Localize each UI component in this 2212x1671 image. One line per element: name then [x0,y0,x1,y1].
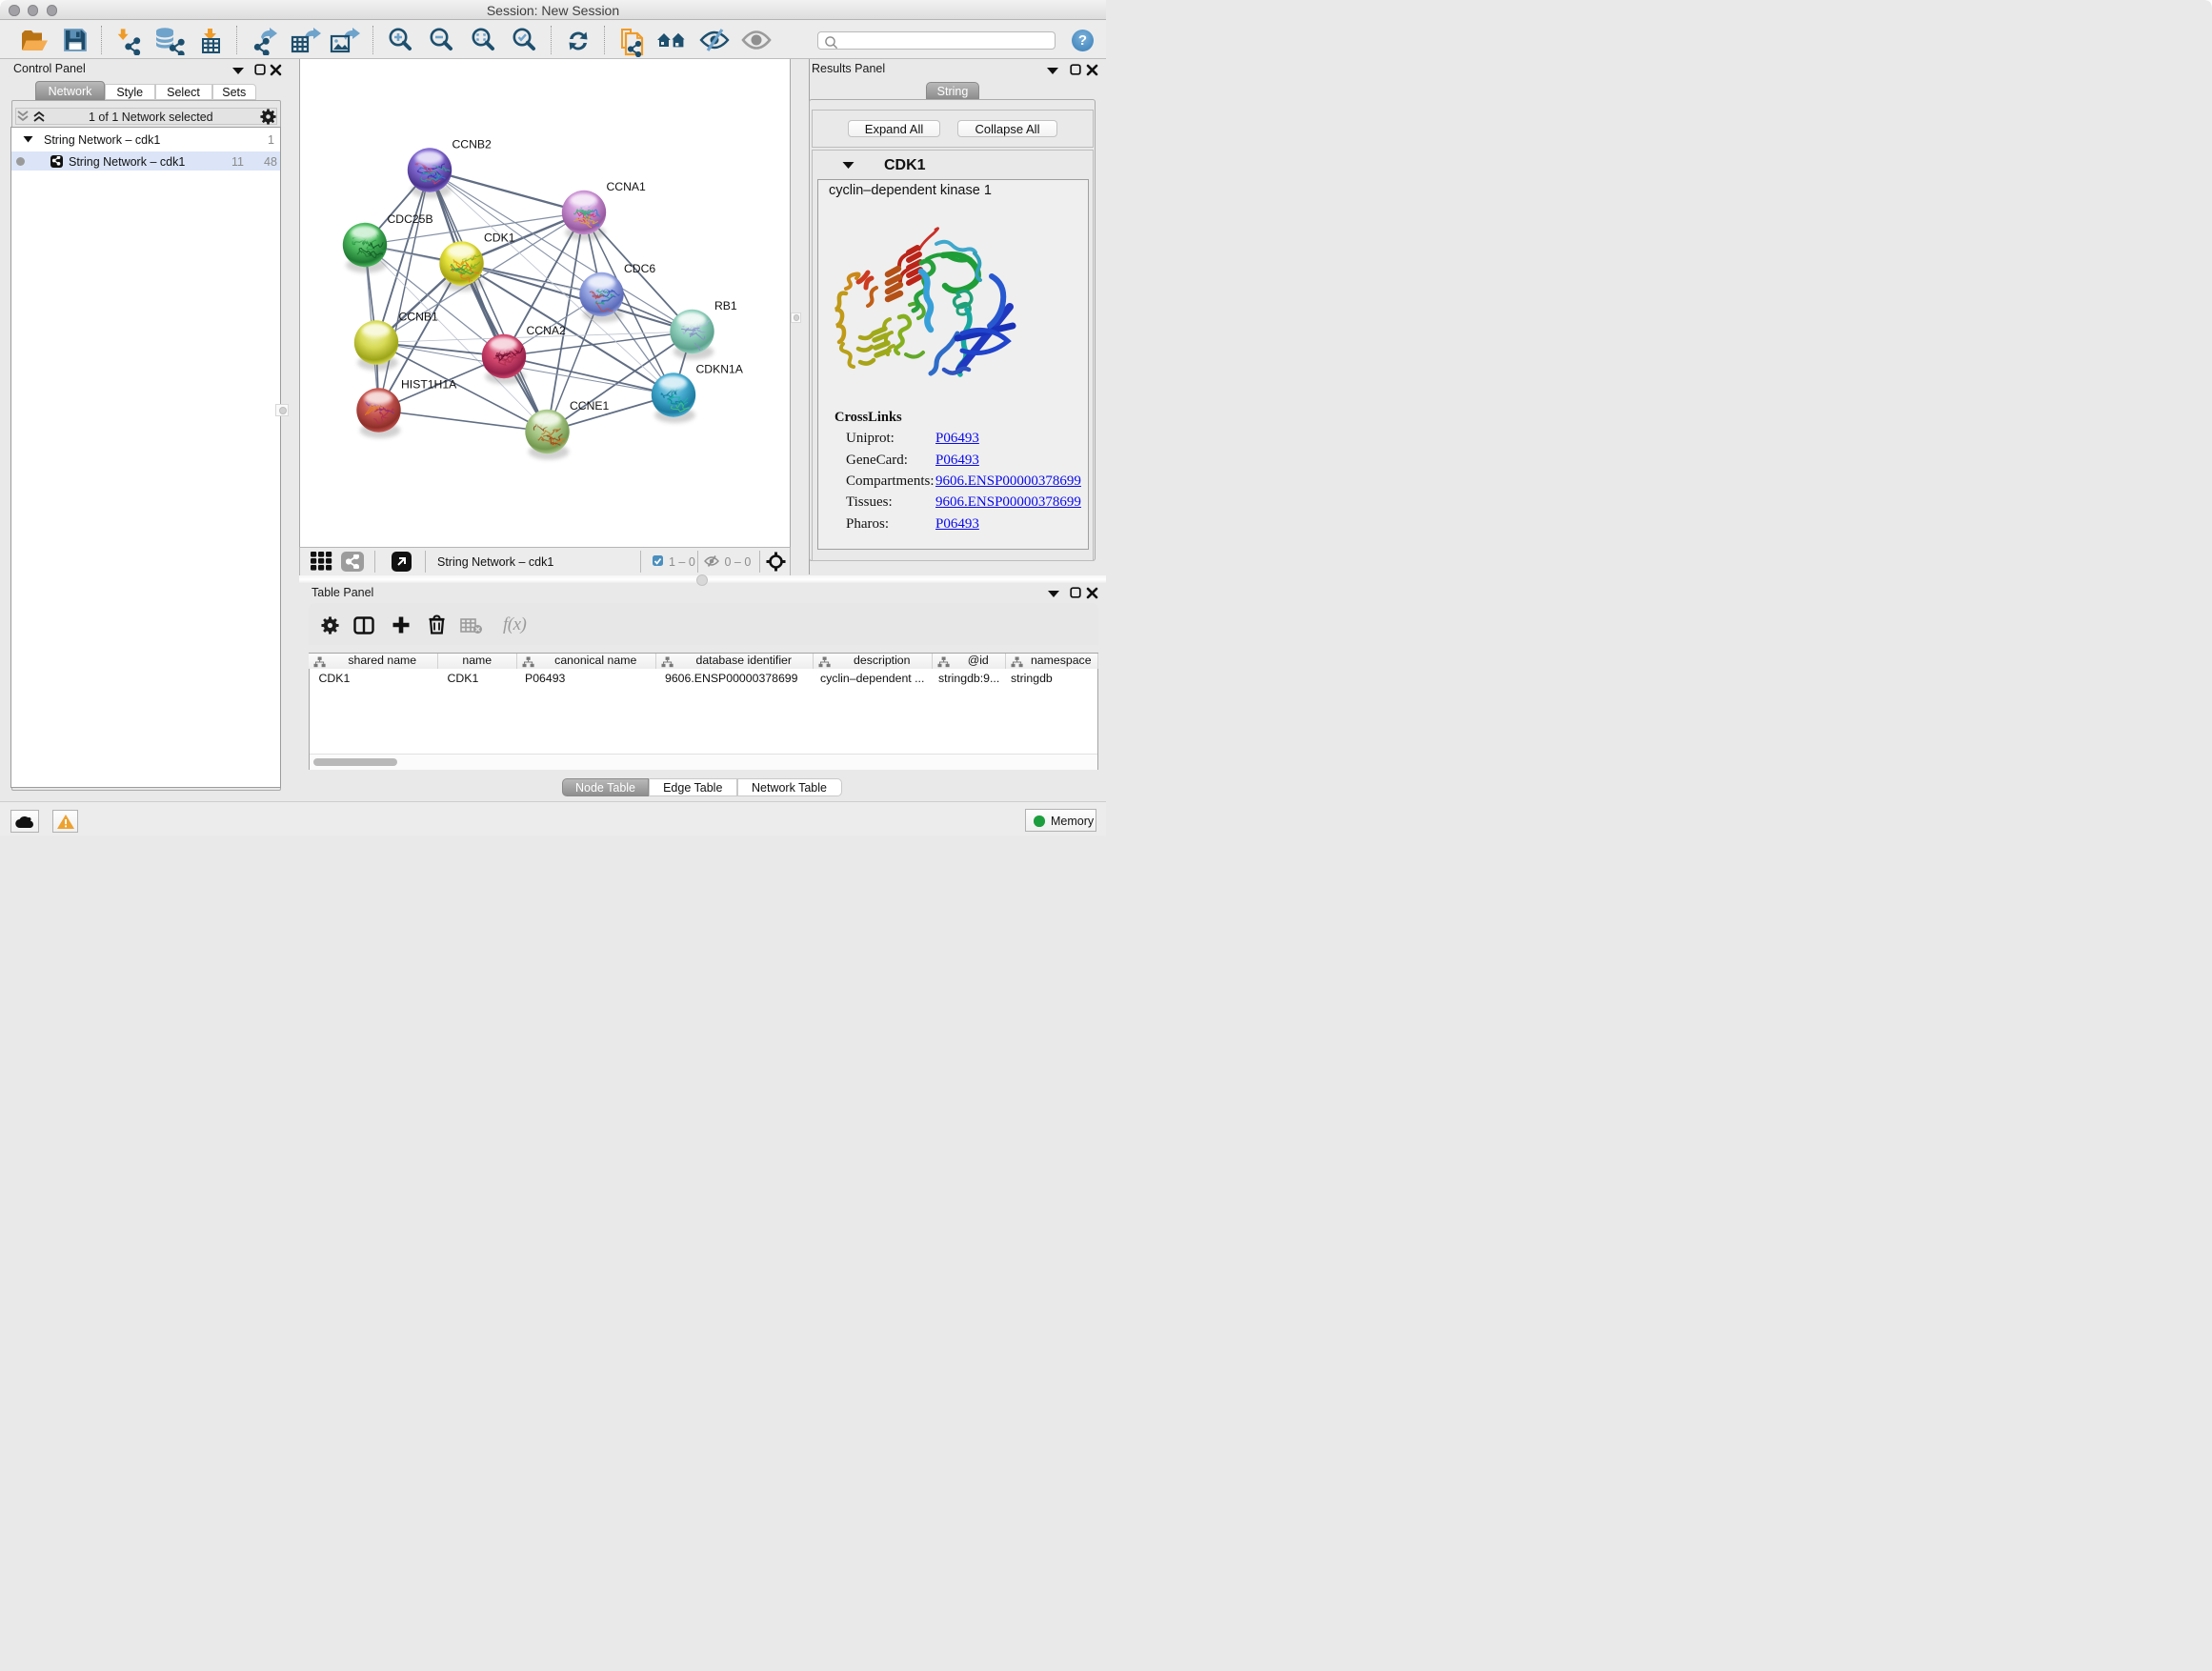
svg-text:CCNA1: CCNA1 [607,180,647,193]
svg-text:RB1: RB1 [714,299,737,312]
svg-text:CCNE1: CCNE1 [570,399,610,413]
svg-text:CCNB1: CCNB1 [399,311,439,324]
svg-text:CDC6: CDC6 [624,262,655,275]
svg-text:CCNB2: CCNB2 [452,138,493,151]
svg-text:CDK1: CDK1 [484,232,515,245]
svg-text:CCNA2: CCNA2 [527,324,567,337]
svg-text:CDKN1A: CDKN1A [696,363,744,376]
svg-text:CDC25B: CDC25B [388,212,433,226]
svg-text:HIST1H1A: HIST1H1A [401,378,457,392]
